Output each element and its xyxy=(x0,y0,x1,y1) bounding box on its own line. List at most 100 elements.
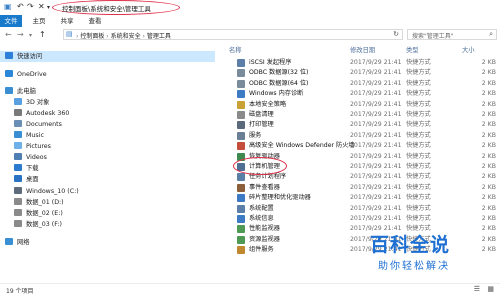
refresh-icon[interactable]: ↻ xyxy=(393,30,399,38)
nav-item[interactable]: Autodesk 360 xyxy=(14,108,69,119)
nav-item[interactable]: 桌面 xyxy=(14,174,39,185)
autodesk-icon xyxy=(14,109,22,116)
breadcrumb-item[interactable]: 管理工具 xyxy=(147,33,171,40)
file-name: 资源监视器 xyxy=(249,235,280,243)
nav-item-label: Music xyxy=(26,132,44,139)
shortcut-icon xyxy=(237,100,245,109)
nav-item[interactable]: Videos xyxy=(14,152,47,163)
nav-item[interactable]: Pictures xyxy=(14,141,51,152)
window-title: 控制面板\系统和安全\管理工具 xyxy=(62,5,151,13)
file-type: 快捷方式 xyxy=(406,173,431,181)
file-size: 2 KB xyxy=(481,111,496,118)
tab-share[interactable]: 共享 xyxy=(56,15,78,27)
file-row[interactable]: 系统配置 2017/9/29 21:41 快捷方式 2 KB xyxy=(220,204,500,214)
file-row[interactable]: 事件查看器 2017/9/29 21:41 快捷方式 2 KB xyxy=(220,183,500,193)
file-name: 事件查看器 xyxy=(249,183,280,191)
download-icon xyxy=(14,164,22,171)
file-row[interactable]: iSCSI 发起程序 2017/9/29 21:41 快捷方式 2 KB xyxy=(220,58,500,68)
forward-arrow-icon[interactable]: → xyxy=(17,30,24,39)
nav-item[interactable]: 数据_02 (E:) xyxy=(14,208,63,219)
recent-locations-icon[interactable]: ▾ xyxy=(29,32,32,39)
shortcut-icon xyxy=(237,111,245,119)
nav-item[interactable]: Windows_10 (C:) xyxy=(14,186,79,197)
nav-item-label: Videos xyxy=(26,154,47,161)
nav-item[interactable]: Music xyxy=(14,130,44,141)
file-row[interactable]: 性能监视器 2017/9/29 21:41 快捷方式 2 KB xyxy=(220,224,500,234)
breadcrumb-item[interactable]: 控制面板 xyxy=(80,33,104,40)
file-type: 快捷方式 xyxy=(406,194,431,202)
file-row[interactable]: 资源监视器 2017/9/29 21:41 快捷方式 2 KB xyxy=(220,235,500,245)
file-name: 组件服务 xyxy=(249,246,274,254)
column-header-size[interactable]: 大小 xyxy=(462,45,475,54)
nav-item[interactable]: 网络 xyxy=(5,237,30,248)
cloud-icon xyxy=(5,70,13,77)
nav-item[interactable]: 3D 对象 xyxy=(14,97,49,108)
file-date: 2017/9/29 21:41 xyxy=(350,69,402,77)
file-size: 2 KB xyxy=(481,142,496,150)
file-size: 2 KB xyxy=(481,215,496,222)
file-type: 快捷方式 xyxy=(406,90,431,98)
file-row[interactable]: ODBC 数据源(64 位) 2017/9/29 21:41 快捷方式 2 KB xyxy=(220,79,500,89)
back-arrow-icon[interactable]: ← xyxy=(5,30,12,39)
file-row[interactable]: 碎片整理和优化驱动器 2017/9/29 21:41 快捷方式 2 KB xyxy=(220,193,500,203)
file-size: 2 KB xyxy=(481,204,496,212)
file-row[interactable]: 磁盘清理 2017/9/29 21:41 快捷方式 2 KB xyxy=(220,110,500,120)
file-row[interactable]: 本地安全策略 2017/9/29 21:41 快捷方式 2 KB xyxy=(220,100,500,110)
file-date: 2017/9/29 21:41 xyxy=(350,59,402,66)
computer-icon xyxy=(5,87,13,94)
file-name: 碎片整理和优化驱动器 xyxy=(249,194,311,202)
nav-item[interactable]: Documents xyxy=(14,119,62,130)
file-date: 2017/9/29 21:41 xyxy=(350,142,402,150)
file-date: 2017/9/29 21:41 xyxy=(350,131,402,139)
nav-item-label: 数据_03 (F:) xyxy=(26,221,62,228)
nav-item[interactable]: 数据_01 (D:) xyxy=(14,197,64,208)
file-size: 2 KB xyxy=(481,131,496,139)
nav-item[interactable]: 快速访问 xyxy=(5,51,42,62)
file-size: 2 KB xyxy=(481,235,496,243)
tab-file[interactable]: 文件 xyxy=(0,15,22,27)
file-row[interactable]: 服务 2017/9/29 21:41 快捷方式 2 KB xyxy=(220,131,500,141)
details-view-icon[interactable]: ☰ xyxy=(474,285,480,293)
file-row[interactable]: Windows 内存诊断 2017/9/29 21:41 快捷方式 2 KB xyxy=(220,89,500,99)
large-icons-view-icon[interactable]: ▦ xyxy=(487,285,494,293)
nav-item[interactable]: OneDrive xyxy=(5,69,47,80)
search-icon[interactable]: ⌕ xyxy=(489,30,493,39)
file-type: 快捷方式 xyxy=(406,131,431,139)
tab-view[interactable]: 查看 xyxy=(84,15,106,27)
file-date: 2017/9/29 21:41 xyxy=(350,163,402,170)
file-row[interactable]: 打印管理 2017/9/29 21:41 快捷方式 2 KB xyxy=(220,120,500,130)
file-row[interactable]: 系统信息 2017/9/29 21:41 快捷方式 2 KB xyxy=(220,214,500,224)
undo-icon[interactable]: ↶ xyxy=(17,2,24,11)
file-row[interactable]: 高级安全 Windows Defender 防火墙 2017/9/29 21:41… xyxy=(220,141,500,151)
nav-item[interactable]: 下载 xyxy=(14,163,39,174)
file-size: 2 KB xyxy=(481,163,496,170)
column-header-name[interactable]: 名称 xyxy=(229,45,242,54)
file-type: 快捷方式 xyxy=(406,100,431,108)
breadcrumb-item[interactable]: 系统和安全 xyxy=(111,33,141,40)
nav-item[interactable]: 数据_03 (F:) xyxy=(14,219,62,230)
file-type: 快捷方式 xyxy=(406,152,431,160)
file-size: 2 KB xyxy=(481,173,496,181)
file-size: 2 KB xyxy=(481,225,496,233)
customize-quick-access-icon[interactable]: ▾ xyxy=(47,4,50,11)
close-icon[interactable]: ✕ xyxy=(38,2,45,11)
item-count: 19 个项目 xyxy=(6,288,34,295)
file-date: 2017/9/29 21:41 xyxy=(350,215,402,222)
up-arrow-icon[interactable]: ↑ xyxy=(39,30,46,39)
column-header-type[interactable]: 类型 xyxy=(406,45,419,54)
drive-icon xyxy=(14,209,22,216)
search-box[interactable]: 搜索"管理工具" ⌕ xyxy=(407,29,497,40)
file-row[interactable]: ODBC 数据源(32 位) 2017/9/29 21:41 快捷方式 2 KB xyxy=(220,68,500,78)
file-name: 服务 xyxy=(249,131,262,139)
file-type: 快捷方式 xyxy=(406,142,431,150)
cube-icon xyxy=(14,98,22,105)
file-type: 快捷方式 xyxy=(406,79,431,87)
tab-home[interactable]: 主页 xyxy=(28,15,50,27)
file-row[interactable]: 组件服务 2017/9/29 21:41 快捷方式 2 KB xyxy=(220,245,500,255)
file-size: 2 KB xyxy=(481,79,496,87)
file-date: 2017/9/29 21:41 xyxy=(350,152,402,160)
redo-icon[interactable]: ↷ xyxy=(27,2,34,11)
column-header-date[interactable]: 修改日期 xyxy=(350,45,375,54)
nav-item[interactable]: 此电脑 xyxy=(5,86,36,97)
address-bar[interactable]: ▤ › 控制面板 › 系统和安全 › 管理工具 ↻ xyxy=(63,29,403,40)
